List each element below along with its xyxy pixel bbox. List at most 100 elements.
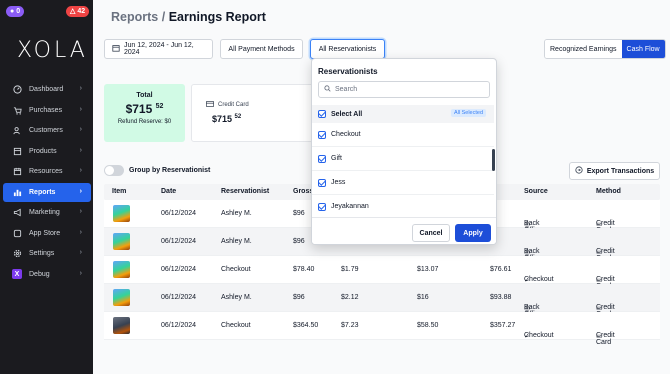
- cell-gross: $364.50: [293, 322, 319, 329]
- chevron-right-icon: ›: [79, 269, 82, 277]
- cell-reservationist: Checkout: [221, 266, 251, 273]
- total-amount: $715 52: [125, 102, 164, 116]
- cell-tax: $16: [417, 294, 429, 301]
- export-label: Export Transactions: [586, 167, 655, 175]
- option-checkbox[interactable]: [318, 202, 326, 211]
- recognized-earnings-button[interactable]: Recognized Earnings: [545, 40, 622, 58]
- gear-icon: [12, 249, 22, 259]
- select-all-label: Select All: [331, 110, 363, 118]
- cash-flow-button[interactable]: Cash Flow: [621, 40, 665, 58]
- credit-card-amount: $715 52: [212, 114, 242, 124]
- breadcrumb-reports[interactable]: Reports: [111, 10, 158, 24]
- page-title-text: Earnings Report: [168, 10, 266, 24]
- apply-button[interactable]: Apply: [455, 224, 491, 242]
- column-header-item[interactable]: Item: [112, 188, 126, 195]
- megaphone-icon: [12, 208, 22, 218]
- notification-badge[interactable]: ● 0: [6, 6, 25, 17]
- cell-fee: $7.23: [341, 322, 359, 329]
- option-label: Jess: [331, 179, 346, 186]
- payment-method-filter[interactable]: All Payment Methods: [220, 39, 303, 59]
- cell-reservationist: Checkout: [221, 322, 251, 329]
- option-jess[interactable]: Jess: [312, 171, 494, 195]
- option-checkbox[interactable]: [318, 154, 326, 163]
- credit-card-icon: [206, 101, 214, 109]
- search-placeholder: Search: [335, 86, 358, 93]
- chevron-right-icon: ›: [79, 85, 82, 92]
- chevron-right-icon: ›: [79, 187, 82, 195]
- date-range-filter[interactable]: Jun 12, 2024 - Jun 12, 2024: [104, 39, 213, 59]
- sidebar-item-products[interactable]: Products ›: [3, 142, 91, 161]
- sidebar-item-debug[interactable]: X Debug ›: [3, 265, 91, 284]
- select-all-option[interactable]: Select All All Selected: [312, 105, 494, 123]
- reservationist-search-input[interactable]: Search: [318, 81, 490, 98]
- column-header-date[interactable]: Date: [161, 188, 176, 195]
- chevron-right-icon: ›: [79, 126, 82, 133]
- cell-date: 06/12/2024: [161, 294, 197, 301]
- chevron-right-icon: ›: [79, 228, 82, 236]
- sidebar-item-label: Dashboard: [29, 86, 64, 93]
- sidebar-item-label: Purchases: [29, 106, 63, 114]
- sidebar-item-label: Reports: [29, 188, 56, 196]
- payment-method-label: All Payment Methods: [228, 45, 295, 53]
- sidebar-item-settings[interactable]: Settings ›: [3, 244, 91, 263]
- table-row[interactable]: 06/12/2024 Checkout $78.40 $1.79 $13.07 …: [104, 256, 660, 290]
- sidebar-nav: Dashboard › Purchases › Customers › Prod…: [3, 80, 91, 285]
- cancel-button[interactable]: Cancel: [412, 224, 450, 242]
- sidebar-item-purchases[interactable]: Purchases ›: [3, 101, 91, 120]
- credit-card-summary-card: Credit Card $715 52: [191, 84, 316, 142]
- cell-tax: $58.50: [417, 322, 439, 329]
- reservationist-options: Select All All Selected Checkout Gift Je…: [312, 105, 494, 219]
- item-thumbnail: [113, 317, 130, 334]
- app-logo[interactable]: XOLA: [17, 38, 88, 63]
- select-all-checkbox[interactable]: [318, 110, 326, 118]
- column-header-reservationist[interactable]: Reservationist: [221, 188, 269, 195]
- calendar-icon: [12, 167, 22, 177]
- cell-reservationist: Ashley M.: [221, 294, 252, 301]
- group-by-label: Group by Reservationist: [129, 167, 211, 174]
- option-checkbox[interactable]: [318, 130, 326, 139]
- export-icon: [575, 166, 583, 176]
- all-selected-badge: All Selected: [450, 109, 486, 117]
- users-icon: [12, 126, 22, 136]
- sidebar-item-label: Settings: [29, 250, 55, 257]
- sidebar-item-reports[interactable]: Reports ›: [3, 182, 91, 202]
- group-by-toggle[interactable]: [104, 165, 124, 176]
- cell-gross: $96: [293, 238, 305, 245]
- reservationist-filter[interactable]: All Reservationists: [310, 39, 385, 59]
- group-by-row: Group by Reservationist: [104, 165, 210, 176]
- sidebar-item-label: Products: [29, 147, 57, 155]
- column-header-method[interactable]: Method: [596, 188, 621, 195]
- cart-icon: [12, 105, 22, 115]
- item-thumbnail: [113, 289, 130, 306]
- column-header-source[interactable]: Source: [524, 188, 548, 195]
- option-jeyakannan[interactable]: Jeyakannan: [312, 195, 494, 219]
- box-icon: [12, 146, 22, 156]
- dropdown-scrollbar[interactable]: [492, 149, 495, 171]
- cell-date: 06/12/2024: [161, 238, 197, 245]
- cell-tax: $13.07: [417, 266, 439, 273]
- breadcrumb-separator: /: [161, 10, 166, 24]
- search-icon: [324, 85, 331, 94]
- sidebar-item-label: Debug: [29, 270, 50, 278]
- cell-fee: $2.12: [341, 294, 359, 301]
- sidebar-item-customers[interactable]: Customers ›: [3, 121, 91, 140]
- cell-date: 06/12/2024: [161, 266, 197, 273]
- sidebar-item-app-store[interactable]: App Store ›: [3, 224, 91, 243]
- table-row[interactable]: 06/12/2024 Checkout $364.50 $7.23 $58.50…: [104, 312, 660, 346]
- bell-icon: ●: [10, 8, 15, 15]
- cell-fee: $1.79: [341, 266, 359, 273]
- alert-badge[interactable]: △ 42: [66, 6, 90, 17]
- sidebar-item-dashboard[interactable]: Dashboard ›: [3, 80, 91, 99]
- cell-gross: $78.40: [293, 266, 315, 273]
- date-range-label: Jun 12, 2024 - Jun 12, 2024: [124, 42, 194, 56]
- table-row[interactable]: 06/12/2024 Ashley M. $96 $2.12 $16 $93.8…: [104, 284, 660, 318]
- total-summary-card: Total $715 52 Refund Reserve: $0: [104, 84, 185, 142]
- chevron-right-icon: ›: [79, 167, 82, 174]
- export-transactions-button[interactable]: Export Transactions: [569, 162, 660, 180]
- sidebar-item-marketing[interactable]: Marketing ›: [3, 203, 91, 222]
- sidebar-item-resources[interactable]: Resources ›: [3, 162, 91, 181]
- option-gift[interactable]: Gift: [312, 147, 494, 171]
- store-icon: [12, 228, 22, 238]
- option-checkbox[interactable]: [318, 178, 326, 187]
- option-checkout[interactable]: Checkout: [312, 123, 494, 147]
